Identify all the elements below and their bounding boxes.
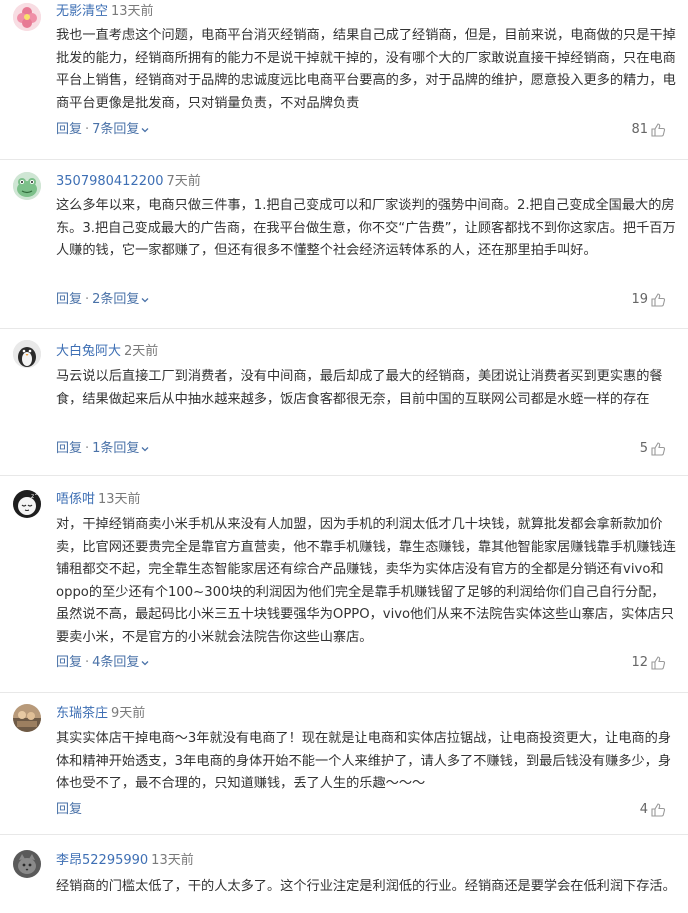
comment-meta: 3507980412200 7天前: [56, 173, 201, 191]
comment-item: z z 唔係咁 13天前 对，干掉经销商卖小米手机从来没有人加盟，因为手机的利润太…: [0, 476, 688, 693]
reply-button[interactable]: 回复: [56, 122, 82, 137]
comment-text: 我也一直考虑这个问题，电商平台消灭经销商，结果自己成了经销商，但是，目前来说，电…: [56, 28, 676, 111]
comment-text: 其实实体店干掉电商～3年就没有电商了！现在就是让电商和实体店拉锯战，让电商投资更…: [56, 731, 672, 791]
timestamp: 13天前: [98, 492, 141, 507]
cat-avatar: [13, 850, 41, 878]
timestamp: 7天前: [166, 174, 201, 189]
reply-button[interactable]: 回复: [56, 802, 82, 817]
username[interactable]: 无影清空: [56, 4, 108, 19]
comment-actions: 回复 · 1条回复: [56, 440, 149, 458]
view-replies-link[interactable]: 2条回复: [92, 292, 149, 307]
like-count: 5: [639, 441, 648, 456]
username[interactable]: 唔係咁: [56, 492, 95, 507]
avatar[interactable]: [13, 850, 41, 878]
green-frog-avatar: [13, 172, 41, 200]
view-replies-link[interactable]: 4条回复: [92, 655, 149, 670]
timestamp: 2天前: [124, 344, 159, 359]
pink-flower-avatar: [13, 3, 41, 31]
avatar[interactable]: [13, 172, 41, 200]
comment-item: 大白兔阿大 2天前 马云说以后直接工厂到消费者，没有中间商，最后却成了最大的经销商…: [0, 329, 688, 476]
comment-meta: 东瑞茶庄 9天前: [56, 705, 145, 723]
chevron-down-icon: [141, 446, 149, 451]
comment-meta: 唔係咁 13天前: [56, 491, 141, 509]
thumbs-up-icon[interactable]: [650, 122, 666, 138]
like-count: 12: [631, 655, 648, 670]
like-count: 19: [631, 292, 648, 307]
username[interactable]: 李昂52295990: [56, 853, 148, 868]
comment-item: 无影清空 13天前 我也一直考虑这个问题，电商平台消灭经销商，结果自己成了经销商，…: [0, 0, 688, 160]
timestamp: 13天前: [151, 853, 194, 868]
view-replies-link[interactable]: 7条回复: [92, 122, 149, 137]
thumbs-up-icon[interactable]: [650, 802, 666, 818]
comment-actions: 回复 · 4条回复: [56, 654, 149, 672]
avatar[interactable]: z z: [13, 490, 41, 518]
penguin-avatar: [13, 340, 41, 368]
like-count: 81: [631, 122, 648, 137]
comment-actions: 回复 · 2条回复: [56, 291, 149, 309]
sleepy-face-avatar: z z: [13, 490, 41, 518]
view-replies-link[interactable]: 1条回复: [92, 441, 149, 456]
avatar[interactable]: [13, 704, 41, 732]
comment-text: 马云说以后直接工厂到消费者，没有中间商，最后却成了最大的经销商，美团说让消费者买…: [56, 369, 663, 407]
comment-text: 这么多年以来，电商只做三件事，1.把自己变成可以和厂家谈判的强势中间商。2.把自…: [56, 198, 676, 258]
comment-text: 对，干掉经销商卖小米手机从来没有人加盟，因为手机的利润太低才几十块钱，就算批发都…: [56, 517, 676, 645]
chevron-down-icon: [141, 660, 149, 665]
chevron-down-icon: [141, 297, 149, 302]
comment-meta: 李昂52295990 13天前: [56, 852, 194, 870]
reply-button[interactable]: 回复: [56, 441, 82, 456]
timestamp: 9天前: [111, 706, 146, 721]
thumbs-up-icon[interactable]: [650, 441, 666, 457]
comment-item: 3507980412200 7天前 这么多年以来，电商只做三件事，1.把自己变成可…: [0, 160, 688, 329]
svg-text:z: z: [35, 491, 38, 497]
comment-item: 东瑞茶庄 9天前 其实实体店干掉电商～3年就没有电商了！现在就是让电商和实体店拉锯…: [0, 693, 688, 835]
comment-text: 经销商的门槛太低了，干的人太多了。这个行业注定是利润低的行业。经销商还是要学会在…: [56, 879, 676, 894]
thumbs-up-icon[interactable]: [650, 292, 666, 308]
comment-meta: 无影清空 13天前: [56, 3, 154, 21]
tea-shop-avatar: [13, 704, 41, 732]
reply-button[interactable]: 回复: [56, 655, 82, 670]
avatar[interactable]: [13, 340, 41, 368]
like-count: 4: [639, 802, 648, 817]
reply-button[interactable]: 回复: [56, 292, 82, 307]
comment-meta: 大白兔阿大 2天前: [56, 343, 158, 361]
svg-text:z: z: [31, 493, 34, 500]
username[interactable]: 大白兔阿大: [56, 344, 121, 359]
comment-actions: 回复 · 7条回复: [56, 121, 149, 139]
thumbs-up-icon[interactable]: [650, 655, 666, 671]
username[interactable]: 东瑞茶庄: [56, 706, 108, 721]
comment-actions: 回复: [56, 801, 82, 819]
avatar[interactable]: [13, 3, 41, 31]
username[interactable]: 3507980412200: [56, 174, 164, 189]
chevron-down-icon: [141, 127, 149, 132]
timestamp: 13天前: [111, 4, 154, 19]
comment-item: 李昂52295990 13天前 经销商的门槛太低了，干的人太多了。这个行业注定是利…: [0, 835, 688, 913]
